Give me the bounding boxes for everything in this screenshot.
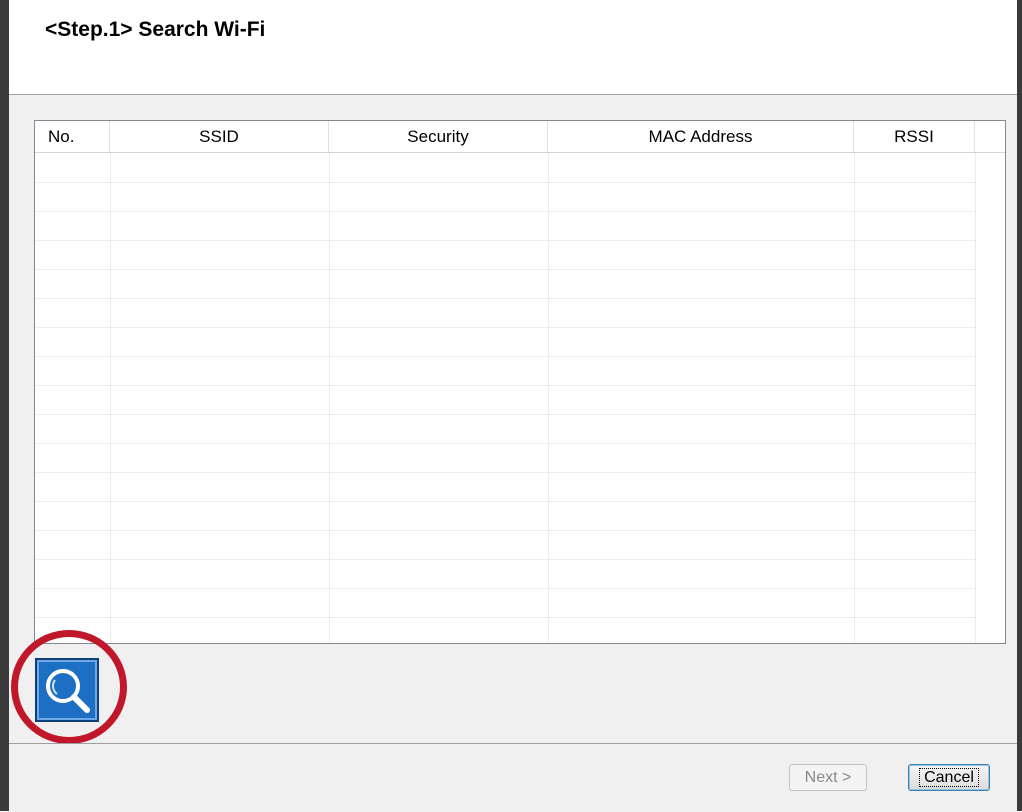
empty-row <box>35 240 977 241</box>
empty-row <box>35 269 977 270</box>
empty-row <box>35 327 977 328</box>
column-header-ssid[interactable]: SSID <box>110 121 329 152</box>
empty-row <box>35 617 977 618</box>
page-title: <Step.1> Search Wi-Fi <box>45 18 266 41</box>
empty-row <box>35 356 977 357</box>
column-divider <box>329 153 330 643</box>
column-header-rssi[interactable]: RSSI <box>854 121 975 152</box>
window-left-edge <box>0 0 9 811</box>
empty-row <box>35 298 977 299</box>
cancel-button-label: Cancel <box>919 768 979 787</box>
wizard-header: <Step.1> Search Wi-Fi <box>9 0 1017 95</box>
wifi-setup-wizard-window: <Step.1> Search Wi-Fi No. SSID Security … <box>0 0 1022 812</box>
window-right-edge <box>1017 0 1022 811</box>
wizard-footer: Next > Cancel <box>9 743 1017 812</box>
empty-row <box>35 414 977 415</box>
next-button[interactable]: Next > <box>789 764 867 791</box>
empty-row <box>35 559 977 560</box>
wizard-content: No. SSID Security MAC Address RSSI <box>9 95 1017 743</box>
cancel-button[interactable]: Cancel <box>908 764 990 791</box>
empty-row <box>35 385 977 386</box>
wifi-list-body <box>35 153 1005 643</box>
empty-row <box>35 588 977 589</box>
highlight-circle <box>11 630 127 744</box>
wifi-list[interactable]: No. SSID Security MAC Address RSSI <box>34 120 1006 644</box>
column-divider <box>854 153 855 643</box>
wifi-list-header: No. SSID Security MAC Address RSSI <box>35 121 1005 153</box>
column-header-filler <box>975 121 1005 152</box>
column-divider <box>548 153 549 643</box>
empty-row <box>35 182 977 183</box>
column-divider <box>975 153 976 643</box>
empty-row <box>35 501 977 502</box>
empty-row <box>35 211 977 212</box>
empty-row <box>35 443 977 444</box>
column-header-security[interactable]: Security <box>329 121 548 152</box>
empty-row <box>35 530 977 531</box>
column-divider <box>110 153 111 643</box>
empty-row <box>35 472 977 473</box>
column-header-mac-address[interactable]: MAC Address <box>548 121 854 152</box>
column-header-no[interactable]: No. <box>35 121 110 152</box>
